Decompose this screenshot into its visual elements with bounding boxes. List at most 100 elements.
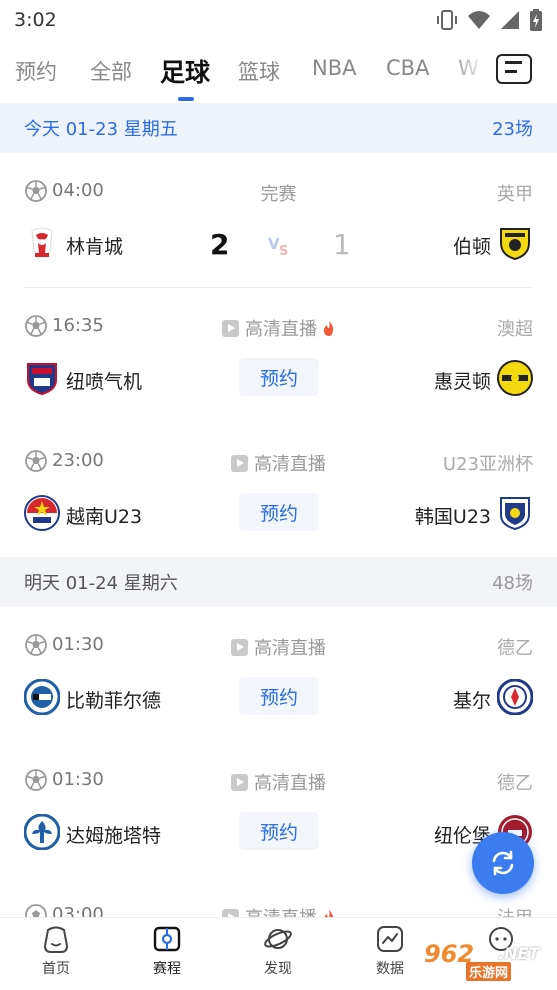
match-time: 01:30 (52, 769, 104, 790)
nav-label: 首页 (42, 961, 70, 977)
wifi-icon (468, 11, 490, 29)
match-time: 01:30 (52, 634, 104, 655)
nav-item-schedule[interactable]: 赛程 (127, 918, 207, 990)
vibrate-icon (437, 10, 457, 30)
match-row[interactable]: 01:30 高清直播 德乙 比勒菲尔德 预约 基尔 (0, 629, 557, 764)
play-icon (222, 319, 239, 337)
match-time: 16:35 (52, 315, 104, 336)
korea-crest-icon (500, 497, 530, 531)
holstein-kiel-crest-icon (497, 679, 533, 715)
match-status: 高清直播 (200, 769, 357, 795)
svg-text:S: S (279, 244, 288, 259)
match-time: 03:00 (52, 904, 104, 917)
home-team-name: 林肯城 (66, 236, 124, 258)
match-status: 高清直播 (200, 904, 357, 917)
match-status-text: 高清直播 (245, 319, 317, 340)
wellington-phoenix-crest-icon (497, 360, 533, 396)
match-divider (24, 287, 533, 288)
match-status-text: 高清直播 (245, 904, 317, 917)
status-bar: 3:02 (0, 0, 557, 40)
match-status: 高清直播 (200, 634, 357, 660)
status-icons (435, 8, 543, 32)
match-time: 23:00 (52, 450, 104, 471)
fire-icon (323, 320, 334, 336)
match-status: 完赛 (200, 180, 357, 206)
schedule-icon (153, 926, 181, 952)
refresh-button[interactable] (472, 832, 534, 894)
play-icon (231, 454, 248, 472)
home-team-name: 达姆施塔特 (66, 825, 162, 847)
tab-reserved[interactable]: 预约 (15, 56, 57, 86)
burton-crest-icon (500, 228, 530, 261)
reserve-button[interactable]: 预约 (239, 812, 319, 850)
nav-item-home[interactable]: 首页 (16, 918, 96, 990)
match-status: 高清直播 (200, 450, 357, 476)
nav-label: 发现 (264, 961, 292, 977)
league-name: U23亚洲杯 (442, 454, 533, 475)
date-header-text: 明天 01-24 星期六 (24, 573, 178, 594)
home-team-name: 纽喷气机 (66, 371, 143, 393)
nav-item-discover[interactable]: 发现 (238, 918, 318, 990)
league-name: 德乙 (497, 638, 533, 659)
play-icon (231, 638, 248, 656)
football-icon (25, 634, 47, 656)
match-count: 23场 (492, 119, 533, 140)
tab-all[interactable]: 全部 (90, 56, 132, 86)
match-status-text: 高清直播 (254, 454, 326, 475)
nav-label: 赛程 (153, 961, 181, 977)
football-icon (25, 769, 47, 791)
date-header-today: 今天 01-23 星期五 23场 (0, 103, 557, 153)
filter-menu-button[interactable] (496, 54, 532, 84)
match-row[interactable]: 16:35 高清直播 澳超 纽喷气机 预约 惠灵顿 (0, 310, 557, 445)
date-header-text: 今天 01-23 星期五 (24, 119, 178, 140)
away-team-name: 基尔 (452, 690, 491, 712)
watermark-label: 乐游网 (466, 962, 512, 981)
match-row[interactable]: 03:00 高清直播 法甲 (0, 899, 557, 917)
football-icon (25, 450, 47, 472)
home-icon (43, 926, 69, 953)
football-icon (25, 315, 47, 337)
home-score: 2 (210, 228, 230, 261)
tab-football[interactable]: 足球 (160, 53, 210, 89)
away-team-name: 韩国U23 (414, 506, 491, 528)
tabs-fade (448, 42, 488, 98)
away-team-name: 伯顿 (452, 236, 491, 258)
league-name: 澳超 (497, 319, 533, 340)
tab-cba[interactable]: CBA (386, 56, 429, 80)
away-team-name: 惠灵顿 (433, 371, 491, 393)
play-icon (231, 773, 248, 791)
play-icon (222, 908, 239, 917)
reserve-button[interactable]: 预约 (239, 358, 319, 396)
refresh-icon (492, 850, 514, 876)
reserve-button[interactable]: 预约 (239, 677, 319, 715)
status-time: 3:02 (14, 9, 57, 31)
match-row[interactable]: 01:30 高清直播 德乙 达姆施塔特 预约 纽伦堡 (0, 764, 557, 899)
stats-chart-icon (377, 926, 403, 952)
darmstadt-crest-icon (24, 814, 60, 850)
fire-icon (324, 909, 334, 917)
away-score: 1 (333, 228, 351, 261)
match-row[interactable]: 04:00 完赛 英甲 林肯城 2 V S 1 伯顿 (0, 175, 557, 310)
date-header-tomorrow: 明天 01-24 星期六 48场 (0, 557, 557, 607)
newcastle-jets-crest-icon (27, 363, 57, 396)
watermark-suffix: .NET (498, 944, 540, 963)
match-count: 48场 (492, 573, 533, 594)
tab-basketball[interactable]: 篮球 (238, 56, 280, 86)
home-team-name: 比勒菲尔德 (66, 690, 162, 712)
signal-icon (501, 11, 519, 29)
league-name: 法甲 (497, 904, 533, 917)
battery-icon (530, 9, 542, 31)
league-name: 英甲 (497, 184, 533, 205)
tab-nba[interactable]: NBA (312, 56, 356, 80)
football-icon (25, 904, 47, 917)
arminia-bielefeld-crest-icon (24, 679, 60, 715)
vietnam-crest-icon (24, 495, 60, 531)
planet-icon (264, 929, 292, 949)
football-icon (25, 180, 47, 202)
match-status-text: 高清直播 (254, 638, 326, 659)
lincoln-city-crest-icon (31, 227, 53, 257)
home-team-name: 越南U23 (66, 506, 143, 528)
match-status-text: 高清直播 (254, 773, 326, 794)
reserve-button[interactable]: 预约 (239, 493, 319, 531)
match-status-text: 完赛 (260, 184, 297, 205)
